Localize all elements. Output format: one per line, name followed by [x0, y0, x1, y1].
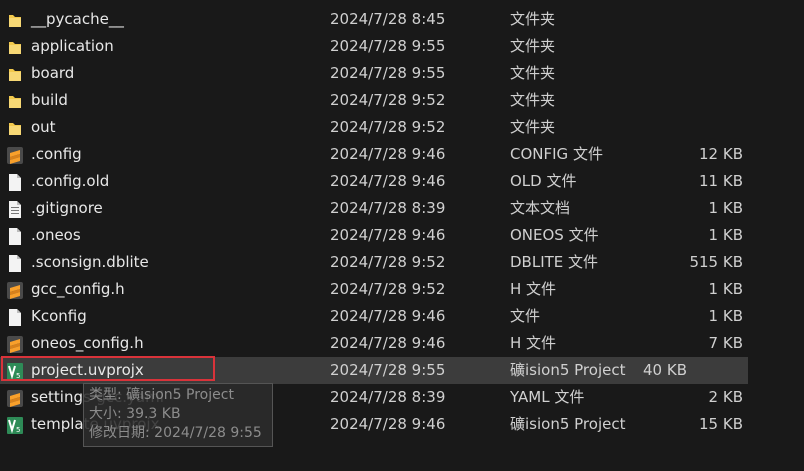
file-modified-date: 2024/7/28 9:46: [330, 334, 446, 352]
keil-project-icon: 5: [7, 362, 23, 380]
file-type: 文件夹: [510, 37, 556, 55]
file-row[interactable]: .config 2024/7/28 9:46 CONFIG 文件 12 KB: [0, 141, 804, 168]
file-row[interactable]: .config.old 2024/7/28 9:46 OLD 文件 11 KB: [0, 168, 804, 195]
folder-icon: [7, 65, 23, 82]
file-size: 7 KB: [708, 334, 743, 352]
blank-file-icon: [7, 254, 23, 272]
text-file-icon: [7, 200, 23, 218]
svg-text:5: 5: [16, 426, 20, 434]
tooltip-type: 类型: 礦ision5 Project: [89, 387, 234, 403]
keil-project-icon: 5: [7, 416, 23, 434]
file-row[interactable]: .oneos 2024/7/28 9:46 ONEOS 文件 1 KB: [0, 222, 804, 249]
file-modified-date: 2024/7/28 8:45: [330, 10, 446, 28]
file-type: 礦ision5 Project: [510, 415, 626, 433]
file-type: 文本文档: [510, 199, 571, 217]
file-size: 1 KB: [708, 199, 743, 217]
file-name: .config.old: [31, 172, 110, 190]
file-type: 文件夹: [510, 64, 556, 82]
file-type: 文件夹: [510, 91, 556, 109]
file-name: out: [31, 118, 56, 136]
file-row[interactable]: build 2024/7/28 9:52 文件夹: [0, 87, 804, 114]
file-type: H 文件: [510, 334, 557, 352]
blank-file-icon: [7, 173, 23, 191]
file-size: 40 KB: [643, 361, 687, 379]
file-modified-date: 2024/7/28 9:52: [330, 253, 446, 271]
file-modified-date: 2024/7/28 9:46: [330, 307, 446, 325]
file-modified-date: 2024/7/28 9:46: [330, 145, 446, 163]
file-type: OLD 文件: [510, 172, 577, 190]
file-size: 1 KB: [708, 280, 743, 298]
file-size: 515 KB: [689, 253, 743, 271]
file-row[interactable]: .sconsign.dblite 2024/7/28 9:52 DBLITE 文件 5…: [0, 249, 804, 276]
file-row[interactable]: application 2024/7/28 9:55 文件夹: [0, 33, 804, 60]
file-modified-date: 2024/7/28 9:55: [330, 37, 446, 55]
sublime-file-icon: [7, 389, 23, 407]
file-type: DBLITE 文件: [510, 253, 599, 271]
file-name: .gitignore: [31, 199, 103, 217]
file-modified-date: 2024/7/28 9:52: [330, 118, 446, 136]
file-modified-date: 2024/7/28 9:52: [330, 280, 446, 298]
file-modified-date: 2024/7/28 9:46: [330, 415, 446, 433]
tooltip-modified: 修改日期: 2024/7/28 9:55: [89, 425, 262, 441]
sublime-file-icon: [7, 146, 23, 164]
file-row[interactable]: out 2024/7/28 9:52 文件夹: [0, 114, 804, 141]
tooltip-size: 大小: 39.3 KB: [89, 406, 181, 422]
file-type: 文件: [510, 307, 541, 325]
file-type: YAML 文件: [510, 388, 585, 406]
file-type: 文件夹: [510, 118, 556, 136]
file-modified-date: 2024/7/28 9:46: [330, 226, 446, 244]
file-name: Kconfig: [31, 307, 87, 325]
file-row[interactable]: __pycache__ 2024/7/28 8:45 文件夹: [0, 6, 804, 33]
blank-file-icon: [7, 227, 23, 245]
file-row[interactable]: .gitignore 2024/7/28 8:39 文本文档 1 KB: [0, 195, 804, 222]
file-size: 11 KB: [699, 172, 743, 190]
file-name: application: [31, 37, 114, 55]
file-name: project.uvprojx: [31, 361, 144, 379]
file-row[interactable]: gcc_config.h 2024/7/28 9:52 H 文件 1 KB: [0, 276, 804, 303]
file-list: __pycache__ 2024/7/28 8:45 文件夹 application 2…: [0, 6, 804, 438]
file-name: __pycache__: [31, 10, 124, 28]
blank-file-icon: [7, 308, 23, 326]
folder-icon: [7, 119, 23, 136]
file-size: 2 KB: [708, 388, 743, 406]
file-row[interactable]: 5 project.uvprojx 2024/7/28 9:55 礦ision5 Pr…: [0, 357, 748, 384]
file-size: 1 KB: [708, 307, 743, 325]
file-size: 12 KB: [699, 145, 743, 163]
file-name: gcc_config.h: [31, 280, 125, 298]
file-size: 15 KB: [699, 415, 743, 433]
folder-icon: [7, 92, 23, 109]
file-modified-date: 2024/7/28 8:39: [330, 388, 446, 406]
file-name: oneos_config.h: [31, 334, 144, 352]
file-row[interactable]: board 2024/7/28 9:55 文件夹: [0, 60, 804, 87]
file-tooltip: 类型: 礦ision5 Project 大小: 39.3 KB 修改日期: 20…: [83, 383, 273, 447]
file-size: 1 KB: [708, 226, 743, 244]
file-type: CONFIG 文件: [510, 145, 603, 163]
file-name: .oneos: [31, 226, 81, 244]
file-name: .config: [31, 145, 82, 163]
file-modified-date: 2024/7/28 9:55: [330, 64, 446, 82]
file-row[interactable]: Kconfig 2024/7/28 9:46 文件 1 KB: [0, 303, 804, 330]
folder-icon: [7, 38, 23, 55]
file-type: 文件夹: [510, 10, 556, 28]
file-type: 礦ision5 Project: [510, 361, 626, 379]
file-name: .sconsign.dblite: [31, 253, 149, 271]
folder-icon: [7, 11, 23, 28]
file-modified-date: 2024/7/28 8:39: [330, 199, 446, 217]
file-modified-date: 2024/7/28 9:52: [330, 91, 446, 109]
file-name: build: [31, 91, 68, 109]
sublime-file-icon: [7, 335, 23, 353]
sublime-file-icon: [7, 281, 23, 299]
file-type: ONEOS 文件: [510, 226, 599, 244]
file-type: H 文件: [510, 280, 557, 298]
file-name: board: [31, 64, 75, 82]
file-row[interactable]: oneos_config.h 2024/7/28 9:46 H 文件 7 KB: [0, 330, 804, 357]
file-modified-date: 2024/7/28 9:46: [330, 172, 446, 190]
svg-text:5: 5: [16, 372, 20, 380]
file-modified-date: 2024/7/28 9:55: [330, 361, 446, 379]
